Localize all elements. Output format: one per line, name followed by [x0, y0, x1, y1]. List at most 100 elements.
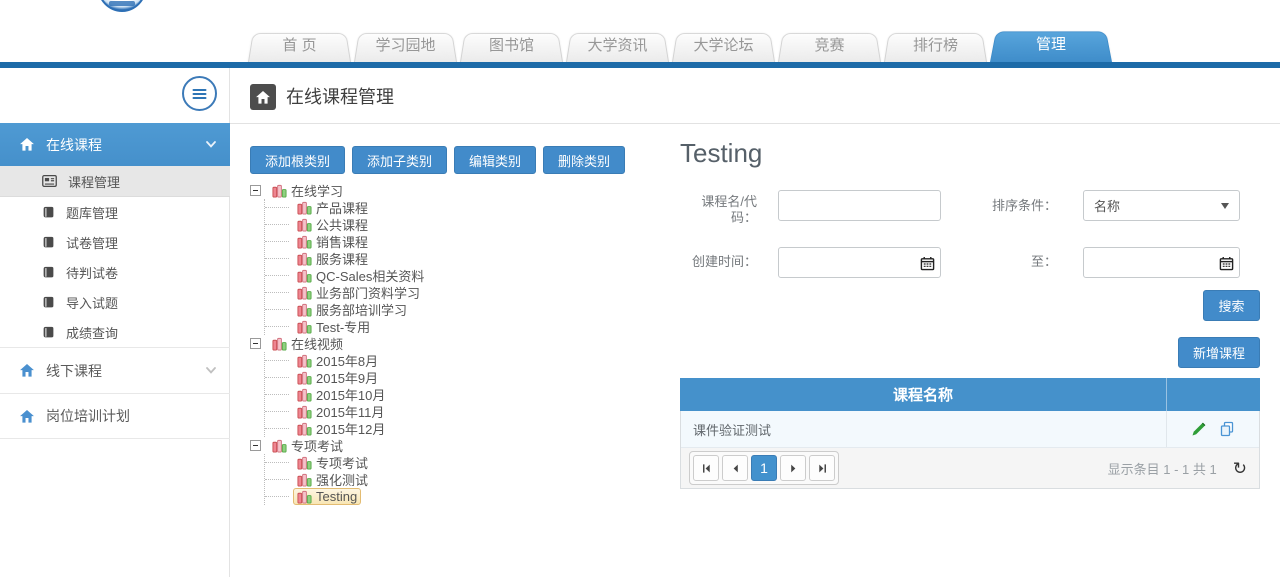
course-name-input[interactable]: [778, 190, 941, 221]
tree-node-box: 产品课程: [293, 199, 372, 216]
sidebar-section-2[interactable]: 岗位培训计划: [0, 393, 230, 439]
row-actions-cell: [1166, 411, 1259, 447]
pager-summary: 显示条目 1 - 1 共 1: [1108, 459, 1217, 478]
tree-child-node[interactable]: 服务部培训学习: [265, 301, 428, 318]
book-icon: [42, 236, 55, 249]
tree-child-node[interactable]: 专项考试: [265, 454, 428, 471]
calendar-icon[interactable]: [918, 254, 936, 272]
sidebar-item-0-5[interactable]: 成绩查询: [0, 317, 230, 347]
tree-node-box: Testing: [293, 488, 361, 505]
tree-child-node[interactable]: 销售课程: [265, 233, 428, 250]
tree-node-label: 强化测试: [316, 470, 368, 489]
book-icon: [42, 206, 55, 219]
tree-child-node[interactable]: 2015年12月: [265, 420, 428, 437]
chart-bars-icon: [297, 489, 312, 504]
search-button[interactable]: 搜索: [1203, 290, 1260, 321]
category-button-2[interactable]: 编辑类别: [454, 146, 536, 174]
refresh-icon[interactable]: ↻: [1233, 460, 1247, 477]
copy-button[interactable]: [1219, 421, 1235, 437]
category-button-0[interactable]: 添加根类别: [250, 146, 345, 174]
sidebar-item-label: 待判试卷: [66, 263, 118, 282]
chart-bars-icon: [297, 302, 312, 317]
pager-prev-button[interactable]: [722, 455, 748, 481]
nav-tab-1[interactable]: 学习园地: [354, 30, 457, 62]
nav-tab-6[interactable]: 排行榜: [884, 30, 987, 62]
tree-child-node[interactable]: 2015年8月: [265, 352, 428, 369]
tree-child-node[interactable]: 2015年9月: [265, 369, 428, 386]
sidebar-section-label: 线下课程: [46, 361, 206, 381]
tree-children: 2015年8月2015年9月2015年10月2015年11月2015年12月: [264, 352, 428, 437]
sort-select[interactable]: 名称: [1083, 190, 1240, 221]
category-button-1[interactable]: 添加子类别: [352, 146, 447, 174]
sidebar-item-0-4[interactable]: 导入试题: [0, 287, 230, 317]
tree-child-node[interactable]: 公共课程: [265, 216, 428, 233]
tree-root-node[interactable]: 在线视频: [250, 335, 428, 352]
created-to-field: [1083, 247, 1240, 278]
chevron-down-icon: [1221, 203, 1229, 209]
tree-child-node[interactable]: 业务部门资料学习: [265, 284, 428, 301]
pager-first-button[interactable]: [693, 455, 719, 481]
chart-bars-icon: [297, 319, 312, 334]
table-row[interactable]: 课件验证测试: [681, 411, 1259, 448]
sidebar-item-label: 题库管理: [66, 203, 118, 222]
add-course-button[interactable]: 新增课程: [1178, 337, 1260, 368]
tree-node-box: 服务课程: [293, 250, 372, 267]
sidebar-item-0-0[interactable]: 课程管理: [0, 166, 230, 197]
tree-child-node[interactable]: 服务课程: [265, 250, 428, 267]
nav-tab-5[interactable]: 竞赛: [778, 30, 881, 62]
tree-child-node[interactable]: 产品课程: [265, 199, 428, 216]
sidebar-section-label: 岗位培训计划: [46, 406, 216, 426]
tree-child-node[interactable]: 2015年11月: [265, 403, 428, 420]
tree-root-node[interactable]: 在线学习: [250, 182, 428, 199]
sidebar-section-0[interactable]: 在线课程: [0, 123, 230, 166]
column-header-actions: [1166, 378, 1260, 411]
nav-tab-3[interactable]: 大学资讯: [566, 30, 669, 62]
sidebar-item-0-2[interactable]: 试卷管理: [0, 227, 230, 257]
chart-bars-icon: [272, 183, 287, 198]
edit-button[interactable]: [1191, 421, 1207, 437]
tree-collapse-icon[interactable]: [250, 185, 261, 196]
tree-node-box: 公共课程: [293, 216, 372, 233]
sidebar-toggle-button[interactable]: [182, 76, 217, 111]
nav-tab-7[interactable]: 管理: [990, 28, 1112, 62]
sidebar-item-0-3[interactable]: 待判试卷: [0, 257, 230, 287]
tree-child-node[interactable]: QC-Sales相关资料: [265, 267, 428, 284]
pager-page-button[interactable]: 1: [751, 455, 777, 481]
tree-collapse-icon[interactable]: [250, 338, 261, 349]
tree-node-box: 在线视频: [268, 335, 347, 352]
chart-bars-icon: [272, 336, 287, 351]
chart-bars-icon: [297, 387, 312, 402]
tree-child-node[interactable]: 2015年10月: [265, 386, 428, 403]
pager-next-button[interactable]: [780, 455, 806, 481]
content-header: 在线课程管理: [230, 68, 1280, 124]
nav-tab-2[interactable]: 图书馆: [460, 30, 563, 62]
created-from-input[interactable]: [778, 247, 941, 278]
tree-children: 产品课程公共课程销售课程服务课程QC-Sales相关资料业务部门资料学习服务部培…: [264, 199, 428, 335]
nav-tab-0[interactable]: 首 页: [248, 30, 351, 62]
tree-node-box: 在线学习: [268, 182, 347, 199]
site-logo: [97, 0, 147, 12]
tree-node-box: 销售课程: [293, 233, 372, 250]
home-icon: [20, 138, 34, 151]
sidebar-section-1[interactable]: 线下课程: [0, 347, 230, 393]
pager-last-button[interactable]: [809, 455, 835, 481]
category-tree: 在线学习产品课程公共课程销售课程服务课程QC-Sales相关资料业务部门资料学习…: [250, 182, 428, 505]
tab-label: 图书馆: [460, 30, 563, 62]
home-icon: [20, 364, 34, 377]
sidebar-item-0-1[interactable]: 题库管理: [0, 197, 230, 227]
created-from-field: [778, 247, 941, 278]
nav-tab-4[interactable]: 大学论坛: [672, 30, 775, 62]
tree-child-node[interactable]: 强化测试: [265, 471, 428, 488]
tree-collapse-icon[interactable]: [250, 440, 261, 451]
category-button-3[interactable]: 删除类别: [543, 146, 625, 174]
sidebar-section-label: 在线课程: [46, 135, 206, 155]
tree-node-box: 业务部门资料学习: [293, 284, 424, 301]
table-footer: 1 显示条目 1 - 1 共 1 ↻: [681, 448, 1259, 488]
tree-child-node[interactable]: Testing: [265, 488, 428, 505]
tree-child-node[interactable]: Test-专用: [265, 318, 428, 335]
sort-label: 排序条件：: [976, 198, 1057, 214]
calendar-icon[interactable]: [1217, 254, 1235, 272]
hamburger-menu-icon: [192, 88, 207, 100]
chart-bars-icon: [297, 404, 312, 419]
tree-root-node[interactable]: 专项考试: [250, 437, 428, 454]
